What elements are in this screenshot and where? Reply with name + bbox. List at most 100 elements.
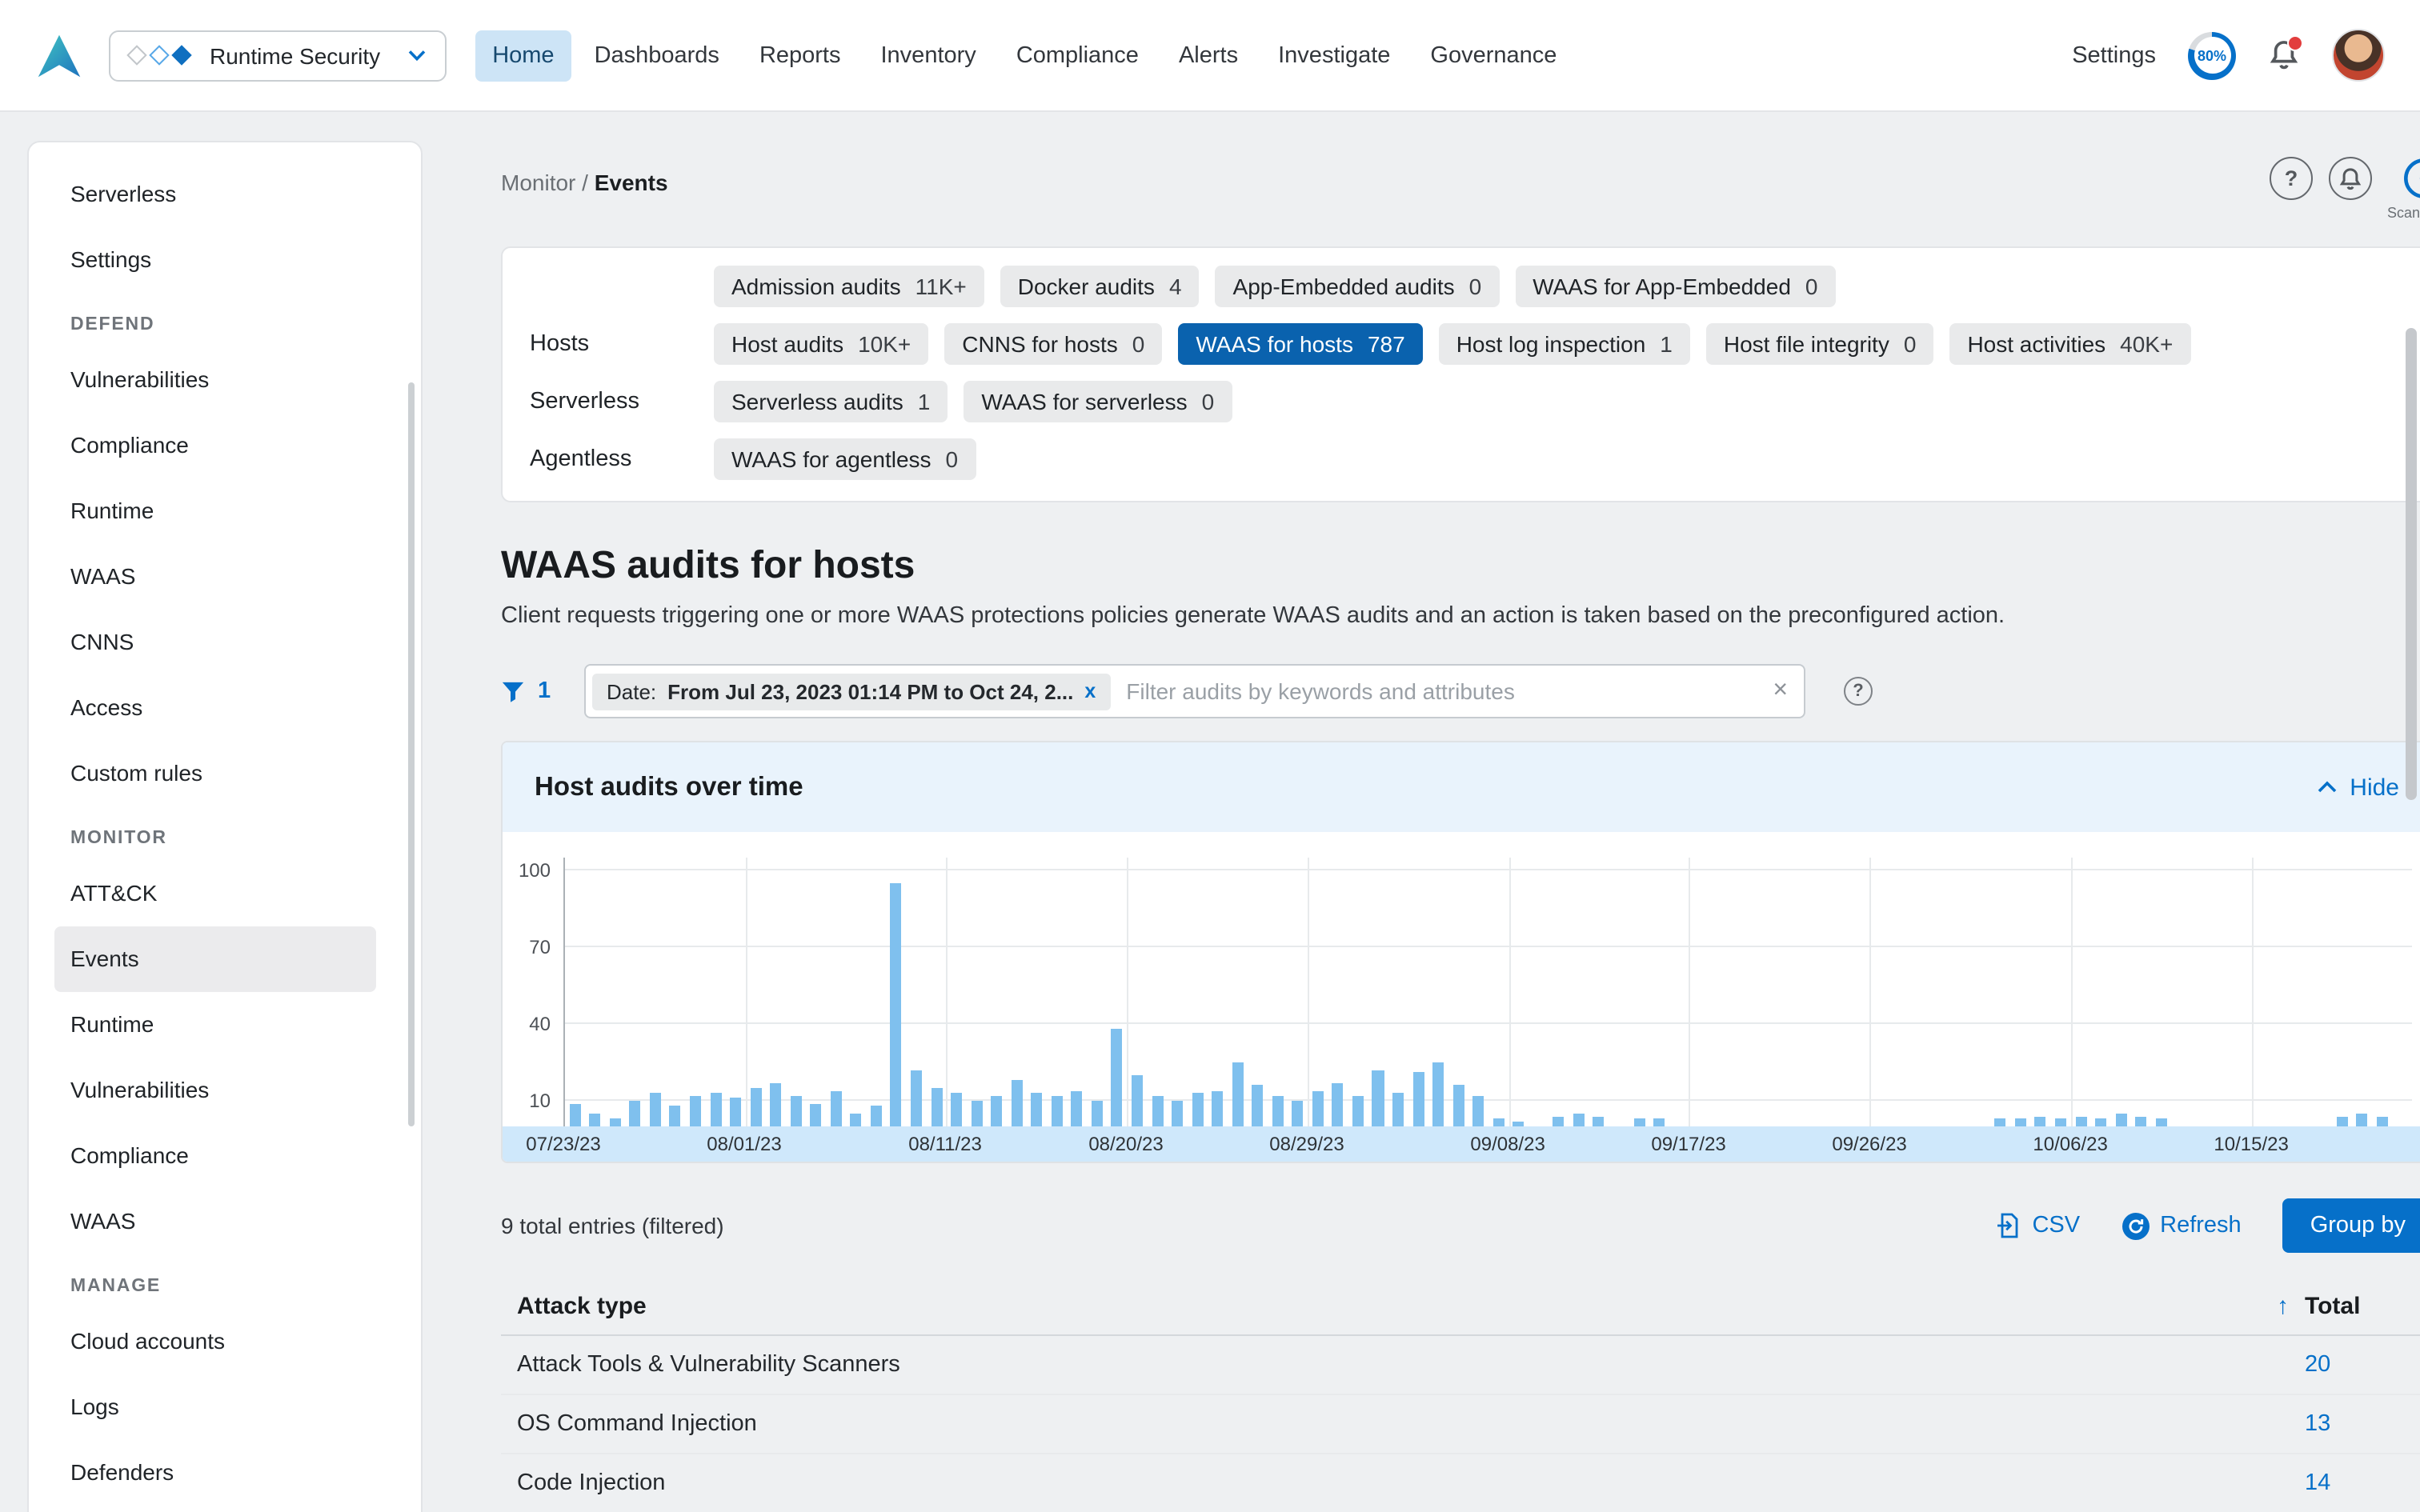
filter-chip-cnns-for-hosts[interactable]: CNNS for hosts0 xyxy=(944,323,1162,365)
chart-bar[interactable] xyxy=(891,883,902,1126)
chart-bar[interactable] xyxy=(590,1114,601,1126)
chart-bar[interactable] xyxy=(770,1083,781,1126)
column-attack-type[interactable]: Attack type xyxy=(517,1293,647,1320)
chart-bar[interactable] xyxy=(2336,1116,2347,1126)
chart-bar[interactable] xyxy=(610,1118,621,1126)
column-total[interactable]: Total xyxy=(2289,1278,2420,1334)
chart-bar[interactable] xyxy=(871,1106,882,1126)
usage-badge[interactable]: 80% xyxy=(2188,31,2236,79)
csv-export-button[interactable]: CSV xyxy=(1995,1213,2080,1238)
chart-bar[interactable] xyxy=(1392,1093,1404,1126)
chart-bar[interactable] xyxy=(670,1106,681,1126)
chart-bar[interactable] xyxy=(1372,1070,1384,1126)
chart-bar[interactable] xyxy=(650,1093,661,1126)
filter-chip-docker-audits[interactable]: Docker audits4 xyxy=(1000,266,1200,307)
sidebar-item-waas[interactable]: WAAS xyxy=(29,544,421,610)
chart-bar[interactable] xyxy=(831,1090,842,1126)
notifications-bell-icon[interactable] xyxy=(2268,38,2300,72)
group-by-button[interactable]: Group by xyxy=(2283,1198,2420,1253)
chart-bar[interactable] xyxy=(2155,1118,2166,1126)
chart-bar[interactable] xyxy=(911,1070,922,1126)
filter-chip-waas-for-agentless[interactable]: WAAS for agentless0 xyxy=(714,438,976,480)
chart-bar[interactable] xyxy=(710,1093,721,1126)
filter-chip-host-activities[interactable]: Host activities40K+ xyxy=(1949,323,2190,365)
chart-bar[interactable] xyxy=(1573,1114,1585,1126)
chart-bar[interactable] xyxy=(2135,1116,2146,1126)
chart-bar[interactable] xyxy=(1072,1090,1083,1126)
search-input[interactable] xyxy=(1110,678,1769,704)
alerts-bell-icon[interactable] xyxy=(2329,157,2372,200)
chart-bar[interactable] xyxy=(1995,1118,2006,1126)
filter-chip-host-audits[interactable]: Host audits10K+ xyxy=(714,323,928,365)
sidebar-item-cloud-accounts[interactable]: Cloud accounts xyxy=(29,1309,421,1374)
chart-bar[interactable] xyxy=(790,1096,801,1126)
nav-item-governance[interactable]: Governance xyxy=(1412,30,1574,81)
chart-bar[interactable] xyxy=(1432,1062,1444,1126)
clear-search-icon[interactable]: × xyxy=(1769,678,1791,704)
chart-bar[interactable] xyxy=(811,1103,822,1126)
sidebar-item-cnns[interactable]: CNNS xyxy=(29,610,421,675)
chart-bar[interactable] xyxy=(951,1093,962,1126)
sort-ascending-icon[interactable]: ↑ xyxy=(2277,1293,2289,1320)
chart-bar[interactable] xyxy=(630,1101,641,1126)
chart-bar[interactable] xyxy=(1312,1090,1324,1126)
nav-item-dashboards[interactable]: Dashboards xyxy=(577,30,737,81)
chart-bar[interactable] xyxy=(1011,1080,1022,1126)
chart-bar[interactable] xyxy=(2075,1116,2086,1126)
chart-bar[interactable] xyxy=(971,1101,982,1126)
hide-chart-button[interactable]: Hide xyxy=(2318,774,2399,801)
total-link[interactable]: 13 xyxy=(2289,1395,2420,1453)
sidebar-item-serverless[interactable]: Serverless xyxy=(29,162,421,227)
sidebar-item-defenders[interactable]: Defenders xyxy=(29,1440,421,1506)
chart-bar[interactable] xyxy=(1152,1096,1163,1126)
chart-bar[interactable] xyxy=(1352,1096,1364,1126)
chart-bar[interactable] xyxy=(730,1098,741,1126)
chart-bar[interactable] xyxy=(690,1096,701,1126)
chart-bar[interactable] xyxy=(1593,1116,1605,1126)
help-icon[interactable]: ? xyxy=(2270,157,2313,200)
chart-bar[interactable] xyxy=(1232,1062,1243,1126)
filter-chip-host-file-integrity[interactable]: Host file integrity0 xyxy=(1706,323,1934,365)
chart-bar[interactable] xyxy=(851,1114,862,1126)
nav-item-investigate[interactable]: Investigate xyxy=(1260,30,1408,81)
remove-date-filter-icon[interactable]: x xyxy=(1084,680,1096,702)
chart-bar[interactable] xyxy=(1252,1086,1263,1126)
chart-bar[interactable] xyxy=(991,1096,1002,1126)
chart-bar[interactable] xyxy=(1132,1075,1143,1126)
filter-funnel[interactable]: 1 xyxy=(501,678,584,704)
chart-bar[interactable] xyxy=(1493,1118,1504,1126)
filter-chip-serverless-audits[interactable]: Serverless audits1 xyxy=(714,381,948,422)
chart-bar[interactable] xyxy=(1032,1093,1043,1126)
chart-bar[interactable] xyxy=(570,1103,581,1126)
chart-bar[interactable] xyxy=(1272,1096,1284,1126)
search-help-icon[interactable]: ? xyxy=(1844,677,1873,706)
date-filter-chip[interactable]: Date: From Jul 23, 2023 01:14 PM to Oct … xyxy=(592,673,1110,710)
sidebar-item-alerts[interactable]: Alerts xyxy=(29,1506,421,1512)
sidebar-item-settings[interactable]: Settings xyxy=(29,227,421,293)
chart-bar[interactable] xyxy=(931,1088,942,1126)
nav-item-inventory[interactable]: Inventory xyxy=(863,30,994,81)
refresh-button[interactable]: Refresh xyxy=(2122,1212,2242,1239)
chart-bar[interactable] xyxy=(2356,1114,2367,1126)
filter-chip-admission-audits[interactable]: Admission audits11K+ xyxy=(714,266,984,307)
chart-bar[interactable] xyxy=(1092,1101,1103,1126)
chart-bar[interactable] xyxy=(1172,1101,1183,1126)
chart-bar[interactable] xyxy=(1332,1083,1344,1126)
page-scrollbar[interactable] xyxy=(2406,328,2417,800)
sidebar-item-compliance[interactable]: Compliance xyxy=(29,1123,421,1189)
product-switcher[interactable]: Runtime Security xyxy=(109,30,446,81)
nav-item-reports[interactable]: Reports xyxy=(742,30,859,81)
sidebar-item-events[interactable]: Events xyxy=(54,926,376,992)
chart-bar[interactable] xyxy=(1633,1118,1645,1126)
sidebar-item-vulnerabilities[interactable]: Vulnerabilities xyxy=(29,1058,421,1123)
filter-chip-waas-for-app-embedded[interactable]: WAAS for App-Embedded0 xyxy=(1515,266,1835,307)
chart-bar[interactable] xyxy=(1472,1096,1484,1126)
chart-bar[interactable] xyxy=(2095,1118,2106,1126)
sidebar-item-waas[interactable]: WAAS xyxy=(29,1189,421,1254)
nav-item-compliance[interactable]: Compliance xyxy=(999,30,1156,81)
sidebar-item-runtime[interactable]: Runtime xyxy=(29,992,421,1058)
chart-bar[interactable] xyxy=(750,1088,761,1126)
sidebar-item-att-ck[interactable]: ATT&CK xyxy=(29,861,421,926)
chart-bar[interactable] xyxy=(1052,1096,1063,1126)
user-avatar[interactable] xyxy=(2332,29,2385,82)
